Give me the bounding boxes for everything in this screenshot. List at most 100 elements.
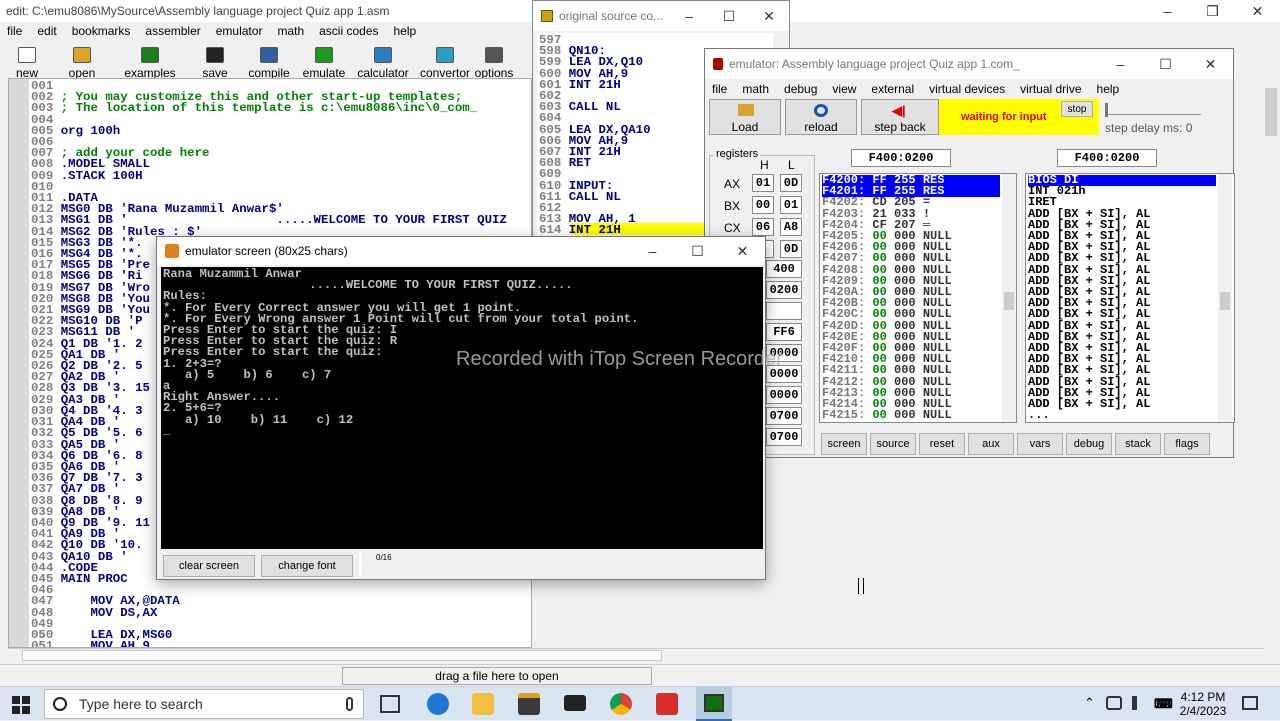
minimize-icon[interactable]: – [630,243,675,259]
vscroll-thumb[interactable] [1265,88,1277,136]
disassembly-list[interactable]: BIOS DI INT 021h IRET ADD [BX + SI], AL ADD … [1025,173,1235,423]
maximize-icon[interactable]: ☐ [709,8,749,25]
slider-thumb[interactable] [1105,103,1108,117]
register-high[interactable]: 01 [752,174,774,192]
examples-button[interactable]: examples [110,40,190,80]
segment-register-value[interactable]: 0200 [766,281,802,299]
hscroll-thumb[interactable] [22,650,662,661]
scroll-thumb[interactable] [1220,292,1230,310]
source-titlebar[interactable]: original source co... – ☐ ✕ [533,1,789,31]
load-button[interactable]: Load [709,99,781,135]
segment-register-value[interactable]: FF6 [766,323,802,341]
register-low[interactable]: 0D [780,240,802,258]
windows-start-icon[interactable] [12,696,30,714]
memory-scrollbar[interactable] [1002,174,1016,422]
close-icon[interactable]: ✕ [1235,3,1280,20]
vars-button[interactable]: vars [1017,433,1063,455]
change-font-button[interactable]: change font [261,555,353,577]
restore-icon[interactable]: ❐ [1190,3,1235,20]
menu-bookmarks[interactable]: bookmarks [72,24,131,38]
emu-menu-external[interactable]: external [871,82,914,96]
task-view-icon[interactable] [380,695,400,713]
open-button[interactable]: open [54,40,110,80]
editor-hscrollbar[interactable] [8,648,1264,662]
menu-edit[interactable]: edit [37,24,56,38]
editor-vscrollbar[interactable] [1264,78,1278,648]
screen-recorder-icon[interactable] [656,693,678,715]
memory-row[interactable]: F4215: 00 000 NULL [822,409,1000,421]
disasm-scrollbar[interactable] [1218,174,1232,422]
save-button[interactable]: save [190,40,240,80]
reset-button[interactable]: reset [919,433,965,455]
menu-file[interactable]: file [7,24,22,38]
minimize-icon[interactable]: – [1098,56,1143,72]
network-icon[interactable] [1106,696,1122,710]
memory-address-input[interactable]: F400:0200 [851,149,951,167]
minimize-icon[interactable]: – [1145,3,1190,19]
reload-button[interactable]: reload [785,99,857,135]
minimize-icon[interactable]: – [669,8,709,24]
store-icon[interactable] [518,693,540,715]
compile-button[interactable]: compile [240,40,298,80]
console-output[interactable]: Rana Muzammil Anwar .....WELCOME TO YOUR… [161,267,763,549]
segment-register-value[interactable] [766,302,802,320]
edge-icon[interactable] [427,693,449,715]
tray-chevron-icon[interactable]: ⌃ [1084,695,1095,711]
register-high[interactable]: 06 [752,218,774,236]
emu-menu-view[interactable]: view [832,82,856,96]
register-high[interactable]: 00 [752,196,774,214]
emulate-button[interactable]: emulate [298,40,350,80]
close-icon[interactable]: ✕ [720,243,765,260]
convertor-button[interactable]: convertor [416,40,474,80]
flags-button[interactable]: flags [1164,433,1210,455]
register-low[interactable]: 01 [780,196,802,214]
menu-math[interactable]: math [277,24,304,38]
maximize-icon[interactable]: ☐ [1143,56,1188,73]
register-low[interactable]: A8 [780,218,802,236]
step-back-button[interactable]: ◀| step back [861,99,939,135]
keyboard-icon[interactable]: ⌨ [1154,696,1173,712]
close-icon[interactable]: ✕ [1188,56,1233,73]
menu-assembler[interactable]: assembler [145,24,200,38]
emu-menu-virtual-devices[interactable]: virtual devices [929,82,1005,96]
emu8086-taskbar-button[interactable] [696,687,732,721]
scroll-thumb[interactable] [1004,292,1014,310]
clock[interactable]: 4:12 PM 2/4/2023 [1178,690,1228,718]
menu-ascii-codes[interactable]: ascii codes [319,24,378,38]
menu-help[interactable]: help [394,24,417,38]
volume-icon[interactable] [1132,696,1146,710]
menu-emulator[interactable]: emulator [216,24,263,38]
emu-menu-math[interactable]: math [742,82,769,96]
disasm-row[interactable]: ADD [BX + SI], AL [1028,398,1216,410]
screen-titlebar[interactable]: emulator screen (80x25 chars) – ☐ ✕ [157,237,765,265]
register-low[interactable]: 0D [780,174,802,192]
emu-menu-virtual-drive[interactable]: virtual drive [1020,82,1081,96]
microphone-icon[interactable] [346,697,353,711]
screen-button[interactable]: screen [821,433,867,455]
memory-list[interactable]: F4200: FF 255 RES F4201: FF 255 RES F4202:… [819,173,1017,423]
calculator-button[interactable]: calculator [350,40,416,80]
disasm-address-input[interactable]: F400:0200 [1057,149,1157,167]
mail-icon[interactable] [564,695,586,711]
segment-register-value[interactable]: 0700 [766,407,802,425]
stop-button[interactable]: stop [1061,101,1093,117]
emu-menu-help[interactable]: help [1097,82,1120,96]
debug-button[interactable]: debug [1066,433,1112,455]
segment-register-value[interactable]: 0000 [766,386,802,404]
emulator-titlebar[interactable]: emulator: Assembly language project Quiz… [705,49,1233,79]
segment-register-value[interactable]: 400 [766,260,802,278]
maximize-icon[interactable]: ☐ [675,243,720,260]
emu-menu-file[interactable]: file [712,82,727,96]
emu-menu-debug[interactable]: debug [784,82,817,96]
stack-button[interactable]: stack [1115,433,1161,455]
chrome-icon[interactable] [610,693,632,715]
aux-button[interactable]: aux [968,433,1014,455]
clear-screen-button[interactable]: clear screen [163,555,255,577]
source-button[interactable]: source [870,433,916,455]
notification-icon[interactable] [1242,696,1258,710]
segment-register-value[interactable]: 0700 [766,428,802,446]
taskbar-search-box[interactable]: Type here to search [44,689,364,719]
close-icon[interactable]: ✕ [749,8,789,25]
step-delay-slider[interactable] [1105,103,1201,117]
new-button[interactable]: new [0,40,54,80]
